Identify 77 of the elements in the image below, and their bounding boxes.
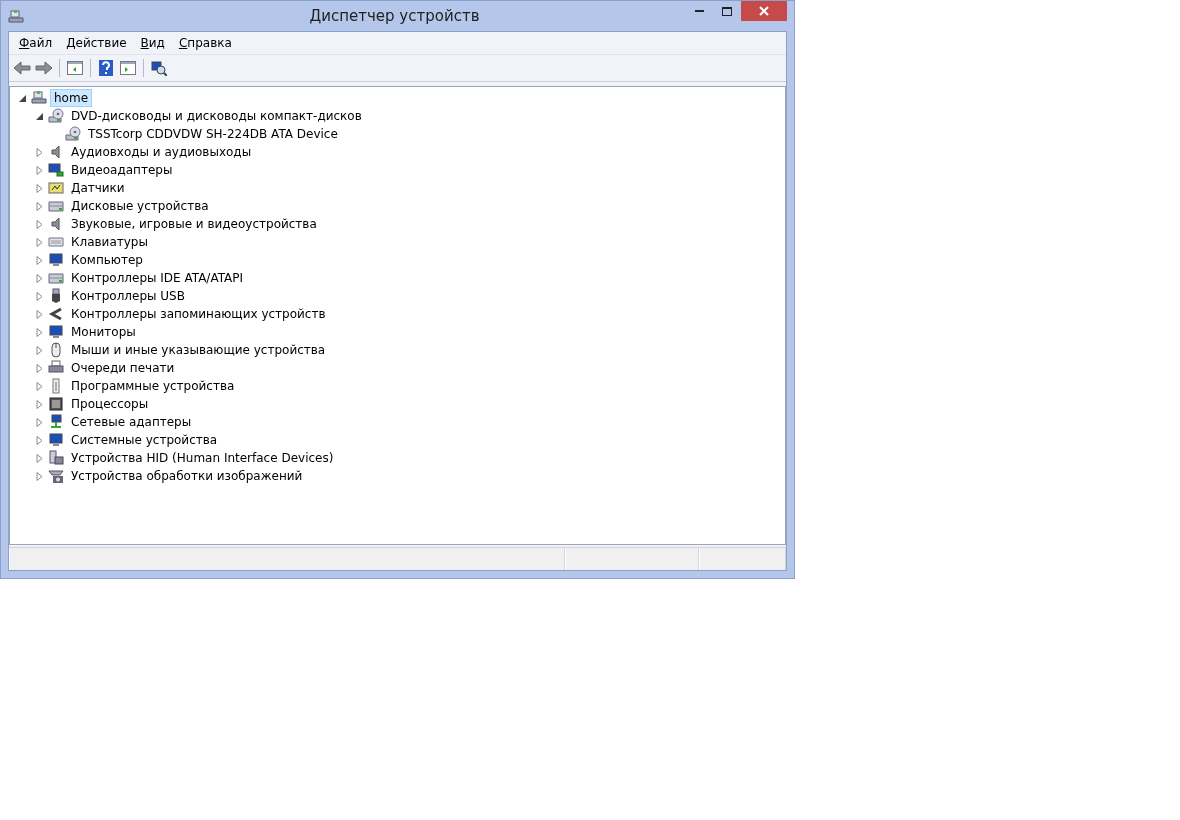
- tree-item[interactable]: Видеоадаптеры: [67, 161, 177, 179]
- collapsed-arrow-icon[interactable]: [35, 255, 44, 265]
- forward-arrow-button[interactable]: [34, 58, 54, 78]
- tree-item[interactable]: Контроллеры запоминающих устройств: [67, 305, 330, 323]
- storage-controller-icon: [48, 306, 64, 322]
- tree-item[interactable]: Звуковые, игровые и видеоустройства: [67, 215, 321, 233]
- tree-item[interactable]: Мониторы: [67, 323, 140, 341]
- collapsed-arrow-icon[interactable]: [35, 381, 44, 391]
- disc-drive-icon: [65, 126, 81, 142]
- tree-item[interactable]: DVD-дисководы и дисководы компакт-дисков: [67, 107, 366, 125]
- tree-item[interactable]: Системные устройства: [67, 431, 222, 449]
- collapsed-arrow-icon[interactable]: [35, 291, 44, 301]
- network-adapter-icon: [48, 414, 64, 430]
- collapsed-arrow-icon[interactable]: [35, 165, 44, 175]
- collapsed-arrow-icon[interactable]: [35, 471, 44, 481]
- monitor-icon: [48, 324, 64, 340]
- menu-item[interactable]: Действие: [60, 34, 133, 52]
- collapsed-arrow-icon[interactable]: [35, 399, 44, 409]
- tree-item[interactable]: Мыши и иные указывающие устройства: [67, 341, 330, 359]
- monitor-icon: [48, 252, 64, 268]
- tree-item[interactable]: Устройства обработки изображений: [67, 467, 307, 485]
- tree-item[interactable]: Аудиовходы и аудиовыходы: [67, 143, 256, 161]
- help-button[interactable]: [96, 58, 116, 78]
- maximize-icon: [722, 6, 732, 16]
- app-icon: [8, 9, 24, 25]
- processor-icon: [48, 396, 64, 412]
- collapsed-arrow-icon[interactable]: [35, 201, 44, 211]
- tree-item[interactable]: Дисковые устройства: [67, 197, 213, 215]
- close-icon: [759, 6, 769, 16]
- tree-item[interactable]: Программные устройства: [67, 377, 239, 395]
- disc-drive-icon: [48, 108, 64, 124]
- monitor-icon: [48, 432, 64, 448]
- window-title: Диспетчер устройств: [308, 7, 481, 25]
- disk-drive-icon: [48, 198, 64, 214]
- tree-item[interactable]: Сетевые адаптеры: [67, 413, 196, 431]
- collapsed-arrow-icon[interactable]: [35, 147, 44, 157]
- tree-item[interactable]: Контроллеры IDE ATA/ATAPI: [67, 269, 248, 287]
- collapsed-arrow-icon[interactable]: [35, 327, 44, 337]
- tree-item[interactable]: Датчики: [67, 179, 129, 197]
- collapsed-arrow-icon[interactable]: [35, 363, 44, 373]
- computer-icon: [31, 90, 47, 106]
- expanded-arrow-icon[interactable]: [35, 111, 44, 121]
- collapsed-arrow-icon[interactable]: [35, 453, 44, 463]
- expanded-arrow-icon[interactable]: [18, 93, 27, 103]
- console-tree-button[interactable]: [65, 58, 85, 78]
- back-arrow-button[interactable]: [12, 58, 32, 78]
- hid-device-icon: [48, 450, 64, 466]
- mouse-icon: [48, 342, 64, 358]
- collapsed-arrow-icon[interactable]: [35, 183, 44, 193]
- close-button[interactable]: [741, 1, 787, 21]
- printer-icon: [48, 360, 64, 376]
- minimize-icon: [694, 10, 704, 12]
- tree-item[interactable]: Контроллеры USB: [67, 287, 189, 305]
- menu-item[interactable]: Вид: [134, 34, 171, 52]
- collapsed-arrow-icon[interactable]: [35, 273, 44, 283]
- sensor-icon: [48, 180, 64, 196]
- menu-item[interactable]: Справка: [172, 34, 238, 52]
- tree-item[interactable]: Устройства HID (Human Interface Devices): [67, 449, 338, 467]
- scan-monitor-button[interactable]: [149, 58, 169, 78]
- collapsed-arrow-icon[interactable]: [35, 435, 44, 445]
- tree-item[interactable]: home: [50, 89, 93, 107]
- keyboard-icon: [48, 234, 64, 250]
- tree-item[interactable]: TSSTcorp CDDVDW SH-224DB ATA Device: [84, 125, 342, 143]
- tree-item[interactable]: Очереди печати: [67, 359, 179, 377]
- display-adapter-icon: [48, 162, 64, 178]
- collapsed-arrow-icon[interactable]: [35, 309, 44, 319]
- collapsed-arrow-icon[interactable]: [35, 417, 44, 427]
- collapsed-arrow-icon[interactable]: [35, 237, 44, 247]
- menu-item[interactable]: Файл: [13, 34, 59, 52]
- tree-item[interactable]: Компьютер: [67, 251, 147, 269]
- tree-item[interactable]: Процессоры: [67, 395, 153, 413]
- collapsed-arrow-icon[interactable]: [35, 219, 44, 229]
- camera-icon: [48, 468, 64, 484]
- disk-drive-icon: [48, 270, 64, 286]
- tree-item[interactable]: Клавиатуры: [67, 233, 152, 251]
- collapsed-arrow-icon[interactable]: [35, 345, 44, 355]
- action-pane-button[interactable]: [118, 58, 138, 78]
